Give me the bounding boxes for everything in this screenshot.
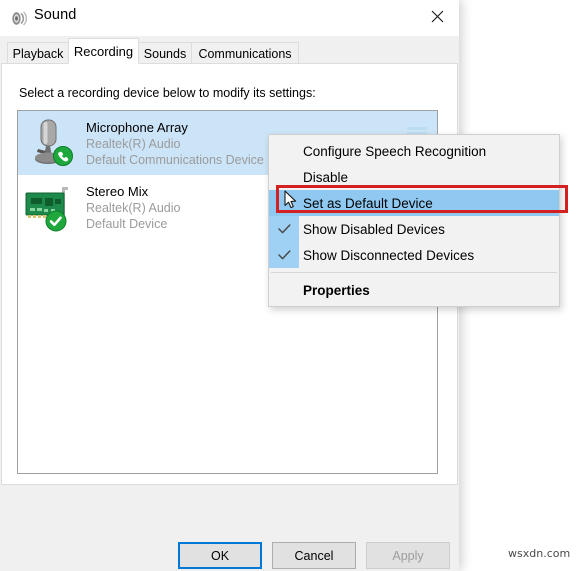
dialog-footer: OK Cancel Apply bbox=[0, 485, 459, 571]
menu-item-label: Show Disabled Devices bbox=[303, 221, 445, 237]
window-title: Sound bbox=[34, 7, 77, 23]
device-status: Default Communications Device bbox=[86, 152, 264, 167]
menu-gutter bbox=[269, 164, 299, 190]
tab-sounds[interactable]: Sounds bbox=[138, 42, 192, 64]
menu-item-set-as-default-device[interactable]: Set as Default Device bbox=[269, 190, 559, 216]
device-name: Stereo Mix bbox=[86, 183, 149, 199]
device-name: Microphone Array bbox=[86, 119, 188, 135]
menu-item-label: Set as Default Device bbox=[303, 195, 433, 211]
device-driver: Realtek(R) Audio bbox=[86, 136, 181, 151]
menu-item-show-disconnected-devices[interactable]: Show Disconnected Devices bbox=[269, 242, 559, 268]
tab-communications[interactable]: Communications bbox=[191, 42, 299, 64]
page-hint: Select a recording device below to modif… bbox=[19, 86, 316, 100]
menu-item-label: Disable bbox=[303, 169, 349, 185]
menu-item-disable[interactable]: Disable bbox=[269, 164, 559, 190]
menu-item-label: Show Disconnected Devices bbox=[303, 247, 475, 263]
menu-item-properties[interactable]: Properties bbox=[269, 277, 559, 303]
menu-separator bbox=[271, 272, 557, 273]
check-icon bbox=[269, 216, 299, 242]
menu-gutter bbox=[269, 277, 299, 303]
screenshot-root: Sound Playback Recording Sounds Communic… bbox=[0, 0, 581, 571]
apply-button: Apply bbox=[366, 542, 450, 569]
device-driver: Realtek(R) Audio bbox=[86, 200, 181, 215]
menu-item-label: Properties bbox=[303, 282, 370, 298]
menu-item-show-disabled-devices[interactable]: Show Disabled Devices bbox=[269, 216, 559, 242]
tab-playback-label: Playback bbox=[12, 46, 64, 61]
device-text: Stereo Mix Realtek(R) Audio Default Devi… bbox=[82, 183, 181, 232]
speaker-icon bbox=[9, 9, 28, 28]
menu-gutter bbox=[269, 190, 299, 216]
tab-recording[interactable]: Recording bbox=[68, 38, 139, 64]
title-bar: Sound bbox=[0, 0, 459, 36]
menu-item-configure-speech-recognition[interactable]: Configure Speech Recognition bbox=[269, 138, 559, 164]
tab-recording-label: Recording bbox=[73, 43, 134, 59]
tab-sounds-label: Sounds bbox=[143, 46, 187, 61]
microphone-icon bbox=[18, 115, 82, 171]
device-context-menu[interactable]: Configure Speech Recognition Disable Set… bbox=[268, 134, 560, 307]
device-status: Default Device bbox=[86, 216, 168, 231]
menu-item-label: Configure Speech Recognition bbox=[303, 143, 487, 159]
ok-button[interactable]: OK bbox=[178, 542, 262, 569]
apply-button-label: Apply bbox=[392, 548, 424, 563]
menu-gutter bbox=[269, 138, 299, 164]
tab-strip: Playback Recording Sounds Communications bbox=[0, 36, 459, 64]
check-icon bbox=[269, 242, 299, 268]
close-icon[interactable] bbox=[415, 0, 459, 32]
cancel-button-label: Cancel bbox=[294, 548, 334, 563]
cancel-button[interactable]: Cancel bbox=[272, 542, 356, 569]
watermark: wsxdn.com bbox=[508, 547, 571, 560]
tab-playback[interactable]: Playback bbox=[7, 42, 69, 64]
device-text: Microphone Array Realtek(R) Audio Defaul… bbox=[82, 119, 264, 168]
tab-communications-label: Communications bbox=[198, 46, 292, 61]
ok-button-label: OK bbox=[210, 548, 230, 563]
sound-card-icon bbox=[18, 179, 82, 235]
